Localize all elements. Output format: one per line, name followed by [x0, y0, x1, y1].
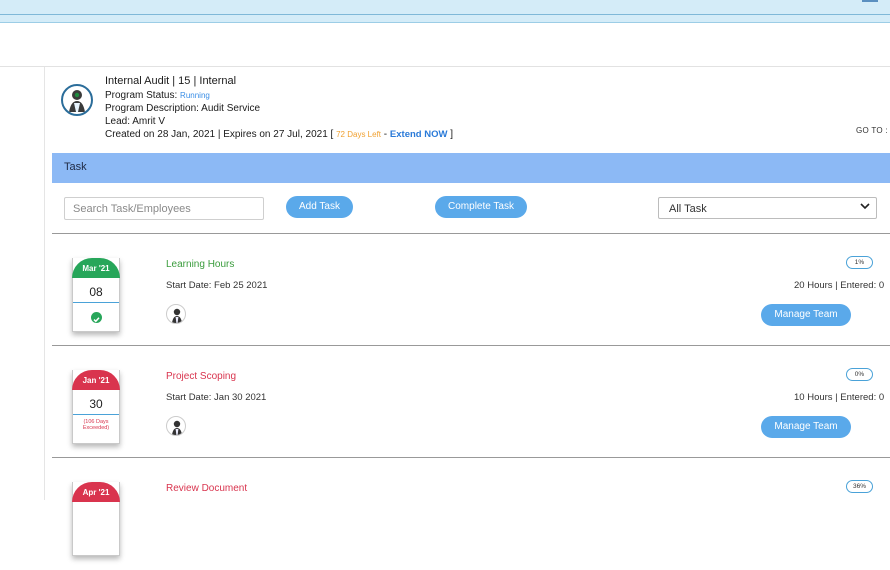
- team-member-avatar[interactable]: [166, 304, 186, 324]
- program-status-value: Running: [180, 91, 210, 100]
- task-card: Jan '21 30 (106 Days Exceeded) Project S…: [52, 346, 890, 458]
- manage-team-button[interactable]: Manage Team: [761, 304, 851, 326]
- program-status-label: Program Status:: [105, 90, 178, 101]
- task-name-link[interactable]: Project Scoping: [166, 371, 236, 382]
- progress-badge: 1%: [846, 256, 873, 269]
- task-calendar: Mar '21 08: [72, 258, 120, 332]
- task-hours: 10 Hours | Entered: 0: [794, 392, 885, 403]
- team-member-avatar[interactable]: [166, 416, 186, 436]
- progress-badge: 36%: [846, 480, 873, 493]
- calendar-day: 08: [89, 285, 103, 299]
- person-icon: [172, 308, 182, 323]
- task-hours: 20 Hours | Entered: 0: [794, 280, 885, 291]
- calendar-month: Mar '21: [72, 258, 120, 278]
- task-name-link[interactable]: Review Document: [166, 483, 247, 494]
- task-filter-value: All Task: [669, 203, 707, 215]
- task-start-date: Start Date: Feb 25 2021: [166, 280, 268, 291]
- task-filter-select[interactable]: All Task: [658, 197, 877, 219]
- calendar-month: Apr '21: [72, 482, 120, 502]
- program-created: Created on 28 Jan, 2021 | Expires on 27 …: [105, 129, 334, 140]
- chevron-down-icon: [860, 203, 870, 210]
- left-sidebar: [0, 67, 45, 500]
- days-left-badge: 72 Days Left: [336, 130, 382, 139]
- menu-icon[interactable]: [862, 0, 878, 2]
- lead-avatar: [61, 84, 93, 116]
- program-lead: Lead: Amrit V: [105, 116, 166, 127]
- calendar-day: 30: [89, 397, 103, 411]
- program-status: Program Status: Running: [105, 89, 210, 102]
- task-section-title: Task: [64, 161, 87, 173]
- task-start-date: Start Date: Jan 30 2021: [166, 392, 267, 403]
- complete-task-button[interactable]: Complete Task: [435, 196, 527, 218]
- calendar-month: Jan '21: [72, 370, 120, 390]
- progress-badge: 0%: [846, 368, 873, 381]
- manage-team-button[interactable]: Manage Team: [761, 416, 851, 438]
- calendar-separator: [73, 302, 119, 303]
- goto-label: GO TO :: [855, 126, 888, 135]
- extend-now-link[interactable]: Extend NOW: [390, 129, 448, 140]
- task-card: Apr '21 Review Document 36%: [52, 458, 890, 570]
- days-exceeded-note: (106 Days Exceeded): [82, 419, 110, 431]
- bracket-close: ]: [447, 129, 453, 140]
- task-calendar: Apr '21: [72, 482, 120, 556]
- person-icon: [172, 420, 182, 435]
- add-task-button[interactable]: Add Task: [286, 196, 353, 218]
- check-circle-icon: [91, 312, 102, 323]
- search-input[interactable]: [64, 197, 264, 220]
- top-banner-line: [0, 14, 890, 15]
- header-strip: [0, 23, 890, 67]
- program-description: Program Description: Audit Service: [105, 103, 261, 114]
- task-card: Mar '21 08 Learning Hours Start Date: Fe…: [52, 234, 890, 346]
- dash: -: [381, 129, 390, 140]
- person-icon: [69, 90, 85, 112]
- task-calendar: Jan '21 30 (106 Days Exceeded): [72, 370, 120, 444]
- calendar-separator: [73, 414, 119, 415]
- program-dates: Created on 28 Jan, 2021 | Expires on 27 …: [105, 128, 453, 141]
- task-name-link[interactable]: Learning Hours: [166, 259, 234, 270]
- program-info: Internal Audit | 15 | Internal Program S…: [52, 68, 890, 148]
- task-section-header: Task: [52, 153, 890, 183]
- program-title: Internal Audit | 15 | Internal: [105, 75, 237, 87]
- top-banner: [0, 0, 890, 23]
